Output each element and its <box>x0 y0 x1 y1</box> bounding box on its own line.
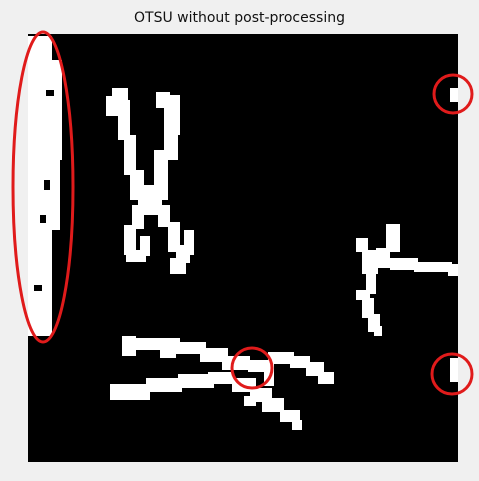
clamp-mask <box>356 224 458 336</box>
forceps-mask <box>110 336 334 430</box>
annotation-layer <box>11 30 474 396</box>
edge-artifact-left <box>28 36 62 336</box>
scissors-mask <box>106 88 194 274</box>
edge-artifact-right <box>450 88 458 382</box>
mask-overlay <box>11 30 474 430</box>
